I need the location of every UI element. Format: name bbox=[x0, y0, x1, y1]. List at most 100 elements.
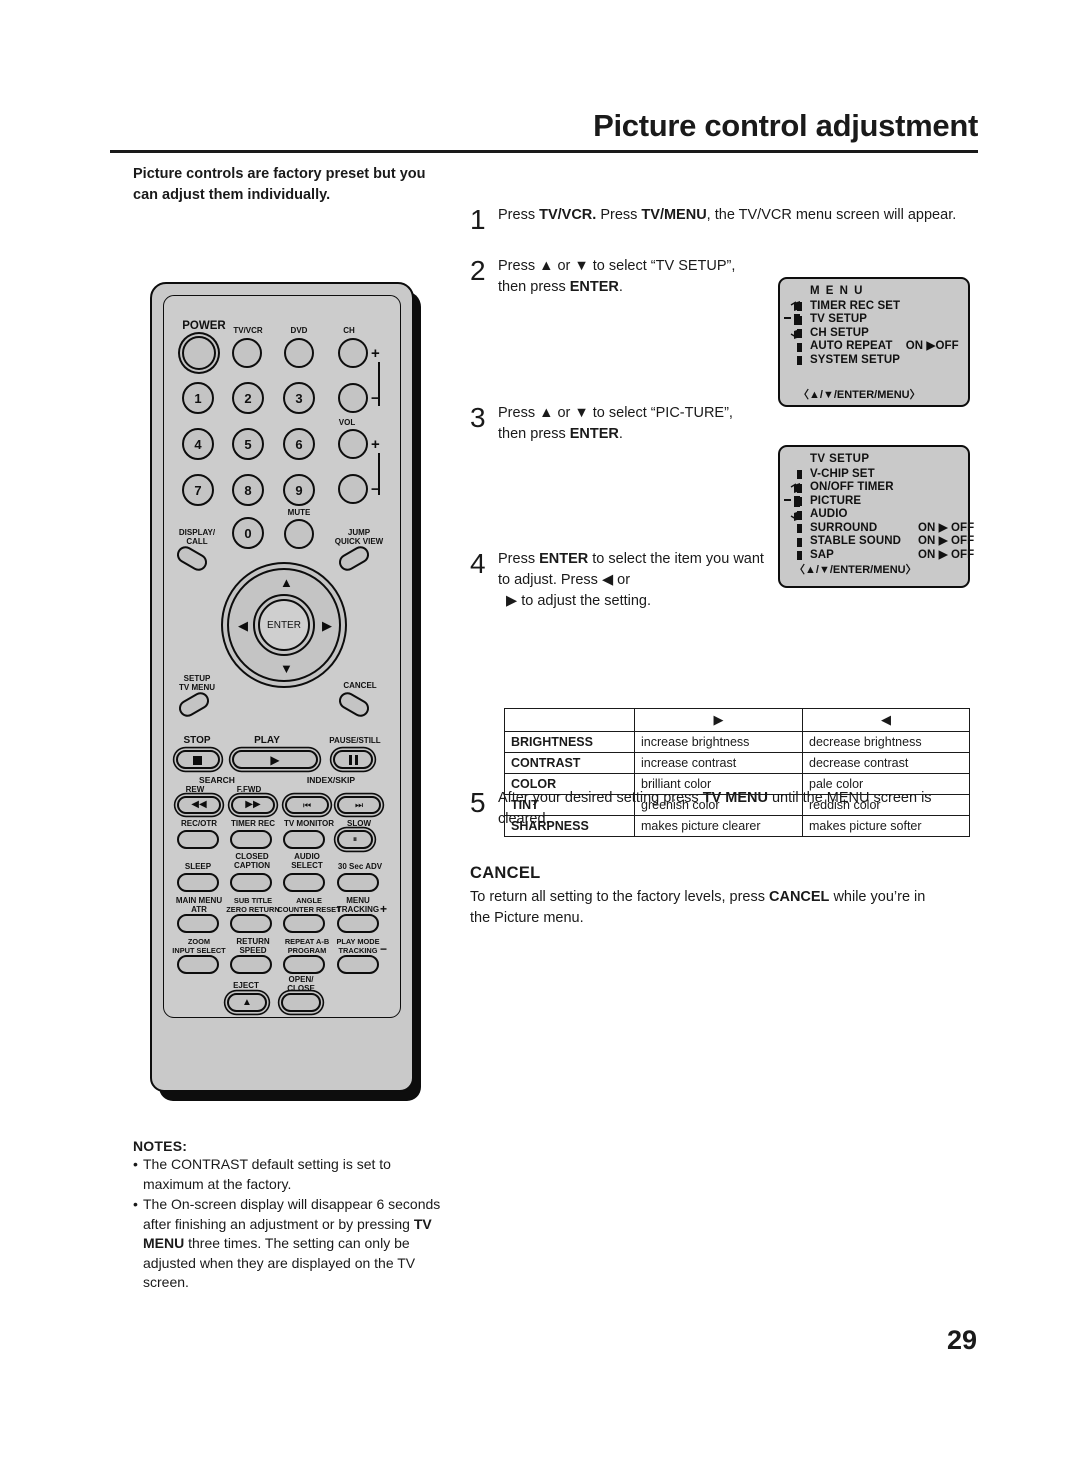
number-button-9[interactable]: 9 bbox=[283, 474, 315, 506]
table-row: SHARPNESS makes picture clearer makes pi… bbox=[504, 815, 970, 837]
channel-up-button[interactable] bbox=[338, 338, 368, 368]
volume-down-button[interactable] bbox=[338, 474, 368, 504]
osd-menu-row-label: SYSTEM SETUP bbox=[810, 353, 901, 366]
osd-tvsetup-row-value: ON ▶ OFF bbox=[918, 548, 975, 561]
table-header-blank bbox=[504, 708, 635, 732]
enter-button[interactable]: ENTER bbox=[258, 599, 310, 651]
osd-tvsetup-row-label: ON/OFF TIMER bbox=[810, 481, 894, 493]
sleep-button[interactable] bbox=[177, 873, 219, 892]
remote-label-index-skip: INDEX/SKIP bbox=[306, 775, 356, 785]
table-cell-decrease: makes picture softer bbox=[802, 815, 970, 837]
remote-label-tvvcr: TV/VCR bbox=[233, 326, 263, 335]
closed-caption-button[interactable] bbox=[230, 873, 272, 892]
remote-label-ch: CH bbox=[343, 326, 355, 335]
pause-icon-bar-right bbox=[355, 755, 358, 765]
osd-menu-row-value: ON ▶OFF bbox=[905, 340, 959, 352]
osd-tvsetup-row-vchip: V-CHIP SET bbox=[788, 468, 960, 482]
remote-label-zoom-input-select: ZOOM INPUT SELECT bbox=[172, 937, 226, 955]
left-arrow-icon: ◀ bbox=[802, 708, 970, 732]
step-2-number: 2 bbox=[470, 255, 486, 286]
note-text: The On-screen display will disappear 6 s… bbox=[143, 1196, 441, 1290]
osd-tvsetup-footer: 〈▲/▼/ENTER/MENU〉 bbox=[794, 564, 917, 576]
page-title: Picture control adjustment bbox=[593, 108, 978, 143]
menu-tracking-plus-button[interactable] bbox=[337, 914, 379, 933]
number-button-7[interactable]: 7 bbox=[182, 474, 214, 506]
main-menu-atr-button[interactable] bbox=[177, 914, 219, 933]
dpad-up-arrow-icon[interactable]: ▲ bbox=[280, 576, 293, 589]
osd-tvsetup-title: TV SETUP bbox=[810, 453, 870, 465]
table-cell-label: BRIGHTNESS bbox=[504, 731, 635, 753]
timer-rec-button[interactable] bbox=[230, 830, 272, 849]
channel-minus-label: − bbox=[371, 390, 380, 407]
osd-tvsetup-row-value: ON ▶ OFF bbox=[918, 535, 975, 547]
power-button[interactable] bbox=[182, 336, 216, 370]
playmode-tracking-minus-button[interactable] bbox=[337, 955, 379, 974]
dvd-button[interactable] bbox=[284, 338, 314, 368]
remote-label-search: SEARCH bbox=[199, 775, 235, 785]
rec-otr-button[interactable] bbox=[177, 830, 219, 849]
volume-up-button[interactable] bbox=[338, 429, 368, 459]
pause-still-button[interactable] bbox=[333, 750, 373, 769]
osd-tvsetup-selection-cursor-icon bbox=[784, 483, 800, 521]
right-arrow-icon: ▶ bbox=[634, 708, 803, 732]
sec30-adv-button[interactable] bbox=[337, 873, 379, 892]
number-button-8[interactable]: 8 bbox=[232, 474, 264, 506]
step-1-number: 1 bbox=[470, 204, 486, 235]
table-cell-label: COLOR bbox=[504, 773, 635, 795]
table-cell-label: TINT bbox=[504, 794, 635, 816]
dpad-right-arrow-icon[interactable]: ▶ bbox=[322, 619, 332, 632]
angle-counter-reset-button[interactable] bbox=[283, 914, 325, 933]
osd-tvsetup-row-stable-sound: STABLE SOUND ON ▶ OFF bbox=[788, 535, 974, 549]
tv-vcr-button[interactable] bbox=[232, 338, 262, 368]
repeat-program-button[interactable] bbox=[283, 955, 325, 974]
open-close-button[interactable] bbox=[281, 993, 321, 1012]
dpad-left-arrow-icon[interactable]: ◀ bbox=[238, 619, 248, 632]
step-3-text: Press ▲ or ▼ to select “PIC-TURE”, then … bbox=[498, 405, 733, 442]
tv-monitor-button[interactable] bbox=[283, 830, 325, 849]
remote-label-power: POWER bbox=[182, 320, 226, 332]
osd-menu-row-label: CH SETUP bbox=[810, 326, 869, 339]
remote-label-tv-monitor: TV MONITOR bbox=[283, 819, 335, 828]
table-cell-decrease: decrease brightness bbox=[802, 731, 970, 753]
remote-label-play: PLAY bbox=[254, 735, 280, 746]
number-button-6[interactable]: 6 bbox=[283, 428, 315, 460]
number-button-5[interactable]: 5 bbox=[232, 428, 264, 460]
number-button-1[interactable]: 1 bbox=[182, 382, 214, 414]
dpad-down-arrow-icon[interactable]: ▼ bbox=[280, 662, 293, 675]
return-speed-button[interactable] bbox=[230, 955, 272, 974]
remote-label-30sec-adv: 30 Sec ADV bbox=[337, 862, 383, 871]
remote-label-display-call: DISPLAY/ CALL bbox=[178, 528, 216, 546]
osd-bullet-icon bbox=[797, 551, 802, 560]
remote-label-dvd: DVD bbox=[290, 326, 308, 335]
subtitle-zero-return-button[interactable] bbox=[230, 914, 272, 933]
osd-menu-row-label: TIMER REC SET bbox=[810, 299, 901, 312]
osd-menu-row-ch-setup: CH SETUP bbox=[788, 327, 960, 341]
table-cell-decrease: pale color bbox=[802, 773, 970, 795]
channel-down-button[interactable] bbox=[338, 383, 368, 413]
table-row: TINT greenish color reddish color bbox=[504, 794, 970, 816]
channel-plus-label: + bbox=[371, 345, 380, 362]
mute-button[interactable] bbox=[284, 519, 314, 549]
zoom-input-select-button[interactable] bbox=[177, 955, 219, 974]
remote-label-mute: MUTE bbox=[287, 508, 311, 517]
number-button-4[interactable]: 4 bbox=[182, 428, 214, 460]
bullet-icon: • bbox=[133, 1196, 138, 1212]
osd-bullet-icon bbox=[797, 524, 802, 533]
tracking-minus-label: − bbox=[380, 942, 388, 956]
osd-tvsetup-row-sap: SAP ON ▶ OFF bbox=[788, 549, 974, 563]
notes-section: NOTES: • The CONTRAST default setting is… bbox=[133, 1138, 451, 1293]
number-button-3[interactable]: 3 bbox=[283, 382, 315, 414]
bullet-icon: • bbox=[133, 1156, 138, 1172]
title-rule bbox=[110, 150, 978, 153]
table-cell-increase: increase contrast bbox=[634, 752, 803, 774]
osd-tvsetup-row-label: SURROUND bbox=[810, 521, 878, 534]
remote-label-slow: SLOW bbox=[347, 819, 371, 828]
audio-select-button[interactable] bbox=[283, 873, 325, 892]
remote-label-ffwd: F.FWD bbox=[236, 785, 262, 794]
slow-icon: ⏸ bbox=[352, 834, 358, 844]
number-button-2[interactable]: 2 bbox=[232, 382, 264, 414]
remote-label-playmode-tracking-minus: PLAY MODE TRACKING bbox=[336, 937, 380, 955]
number-button-0[interactable]: 0 bbox=[232, 517, 264, 549]
skip-previous-icon: ⏮ bbox=[302, 799, 312, 810]
remote-label-sleep: SLEEP bbox=[184, 862, 212, 871]
